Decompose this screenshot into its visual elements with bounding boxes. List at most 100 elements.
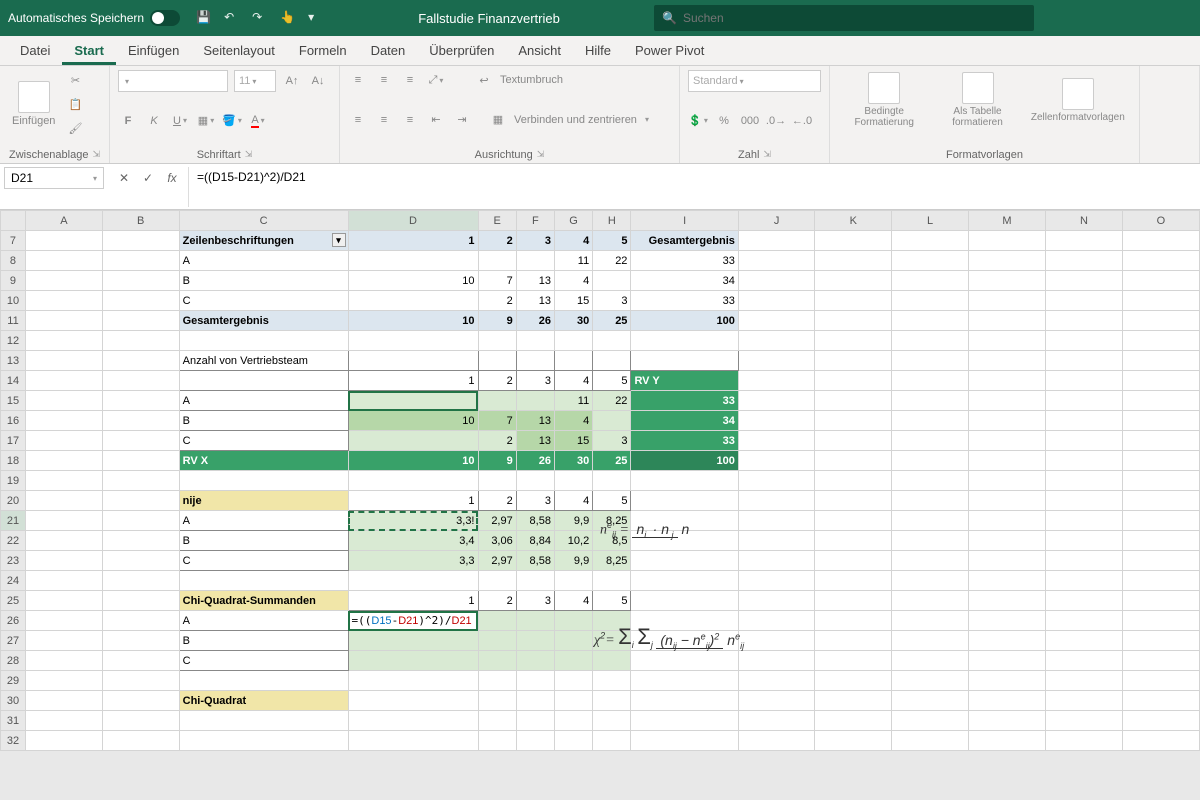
cell-D15[interactable] [348, 391, 478, 411]
cell-H30[interactable] [593, 691, 631, 711]
row-header-25[interactable]: 25 [1, 591, 26, 611]
cell-C13[interactable]: Anzahl von Vertriebsteam [179, 351, 348, 371]
cell-K23[interactable] [815, 551, 892, 571]
cell-A32[interactable] [25, 731, 102, 751]
cell-M11[interactable] [968, 311, 1045, 331]
col-header-K[interactable]: K [815, 211, 892, 231]
cell-E12[interactable] [478, 331, 516, 351]
tab-ansicht[interactable]: Ansicht [506, 37, 573, 65]
row-header-20[interactable]: 20 [1, 491, 26, 511]
cell-H31[interactable] [593, 711, 631, 731]
cell-I10[interactable]: 33 [631, 291, 738, 311]
cell-I19[interactable] [631, 471, 738, 491]
undo-icon[interactable]: ↶ [224, 10, 240, 26]
cell-M29[interactable] [968, 671, 1045, 691]
cell-I9[interactable]: 34 [631, 271, 738, 291]
cell-J28[interactable] [738, 651, 815, 671]
cell-O17[interactable] [1122, 431, 1199, 451]
cell-G17[interactable]: 15 [554, 431, 592, 451]
cell-F24[interactable] [516, 571, 554, 591]
cell-K20[interactable] [815, 491, 892, 511]
tab-start[interactable]: Start [62, 37, 116, 65]
cell-J23[interactable] [738, 551, 815, 571]
cell-I29[interactable] [631, 671, 738, 691]
col-header-G[interactable]: G [554, 211, 592, 231]
col-header-A[interactable]: A [25, 211, 102, 231]
cell-A10[interactable] [25, 291, 102, 311]
cell-B22[interactable] [102, 531, 179, 551]
cell-G24[interactable] [554, 571, 592, 591]
cell-L23[interactable] [892, 551, 969, 571]
tab-einfügen[interactable]: Einfügen [116, 37, 191, 65]
cell-A15[interactable] [25, 391, 102, 411]
cell-B8[interactable] [102, 251, 179, 271]
format-as-table-button[interactable]: Als Tabelle formatieren [939, 70, 1017, 130]
cell-N10[interactable] [1045, 291, 1122, 311]
tab-formeln[interactable]: Formeln [287, 37, 359, 65]
cell-F16[interactable]: 13 [516, 411, 554, 431]
cell-H18[interactable]: 25 [593, 451, 631, 471]
cell-E30[interactable] [478, 691, 516, 711]
cell-O10[interactable] [1122, 291, 1199, 311]
cell-E7[interactable]: 2 [478, 231, 516, 251]
cell-C16[interactable]: B [179, 411, 348, 431]
cell-O29[interactable] [1122, 671, 1199, 691]
col-header-M[interactable]: M [968, 211, 1045, 231]
cell-K27[interactable] [815, 631, 892, 651]
cell-O19[interactable] [1122, 471, 1199, 491]
cell-F10[interactable]: 13 [516, 291, 554, 311]
cell-E28[interactable] [478, 651, 516, 671]
bold-button[interactable]: F [118, 111, 138, 131]
cell-I28[interactable] [631, 651, 738, 671]
cell-L14[interactable] [892, 371, 969, 391]
cell-L19[interactable] [892, 471, 969, 491]
cell-J21[interactable] [738, 511, 815, 531]
cell-J12[interactable] [738, 331, 815, 351]
cell-E8[interactable] [478, 251, 516, 271]
font-family-select[interactable]: ▾ [118, 70, 228, 92]
cell-F13[interactable] [516, 351, 554, 371]
cell-G18[interactable]: 30 [554, 451, 592, 471]
align-right-icon[interactable]: ≡ [400, 110, 420, 130]
cell-C26[interactable]: A [179, 611, 348, 631]
cell-O11[interactable] [1122, 311, 1199, 331]
launcher-icon[interactable]: ⇲ [245, 149, 253, 161]
cell-A14[interactable] [25, 371, 102, 391]
cell-I18[interactable]: 100 [631, 451, 738, 471]
dec-decimal-icon[interactable]: ←.0 [792, 111, 812, 131]
cell-B13[interactable] [102, 351, 179, 371]
tab-überprüfen[interactable]: Überprüfen [417, 37, 506, 65]
cell-D17[interactable] [348, 431, 478, 451]
row-header-29[interactable]: 29 [1, 671, 26, 691]
cell-O13[interactable] [1122, 351, 1199, 371]
cell-I16[interactable]: 34 [631, 411, 738, 431]
cell-K10[interactable] [815, 291, 892, 311]
cell-L11[interactable] [892, 311, 969, 331]
cell-F25[interactable]: 3 [516, 591, 554, 611]
cell-M31[interactable] [968, 711, 1045, 731]
cell-I31[interactable] [631, 711, 738, 731]
cell-O25[interactable] [1122, 591, 1199, 611]
cell-F11[interactable]: 26 [516, 311, 554, 331]
cell-J14[interactable] [738, 371, 815, 391]
cell-H9[interactable] [593, 271, 631, 291]
cell-D29[interactable] [348, 671, 478, 691]
cancel-icon[interactable]: ✕ [114, 171, 134, 185]
cell-I17[interactable]: 33 [631, 431, 738, 451]
cell-K30[interactable] [815, 691, 892, 711]
cell-L16[interactable] [892, 411, 969, 431]
cell-A9[interactable] [25, 271, 102, 291]
cell-K17[interactable] [815, 431, 892, 451]
cell-F22[interactable]: 8,84 [516, 531, 554, 551]
cell-C18[interactable]: RV X [179, 451, 348, 471]
cell-C21[interactable]: A [179, 511, 348, 531]
cell-B21[interactable] [102, 511, 179, 531]
cell-G9[interactable]: 4 [554, 271, 592, 291]
cell-G28[interactable] [554, 651, 592, 671]
col-header-O[interactable]: O [1122, 211, 1199, 231]
cell-A29[interactable] [25, 671, 102, 691]
cell-C27[interactable]: B [179, 631, 348, 651]
cell-K28[interactable] [815, 651, 892, 671]
cell-N26[interactable] [1045, 611, 1122, 631]
cell-N14[interactable] [1045, 371, 1122, 391]
